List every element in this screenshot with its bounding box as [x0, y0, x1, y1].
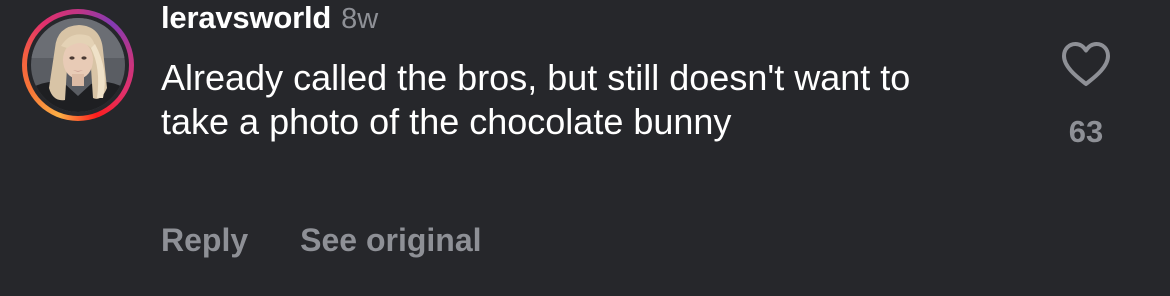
comment-actions: Reply See original — [161, 222, 482, 259]
comment-header: leravsworld 8w — [161, 0, 378, 40]
comment-timestamp: 8w — [341, 3, 379, 35]
reply-button[interactable]: Reply — [161, 222, 248, 259]
avatar-story-ring[interactable] — [22, 9, 134, 121]
see-original-button[interactable]: See original — [300, 222, 481, 259]
avatar[interactable] — [31, 18, 125, 112]
like-column: 63 — [1052, 40, 1120, 150]
username-link[interactable]: leravsworld — [161, 0, 331, 36]
comment-item: leravsworld 8w Already called the bros, … — [0, 0, 1170, 296]
like-count: 63 — [1068, 114, 1104, 149]
avatar-ring-gap — [27, 14, 129, 116]
comment-text: Already called the bros, but still doesn… — [161, 57, 911, 142]
heart-outline-icon[interactable] — [1060, 40, 1112, 88]
